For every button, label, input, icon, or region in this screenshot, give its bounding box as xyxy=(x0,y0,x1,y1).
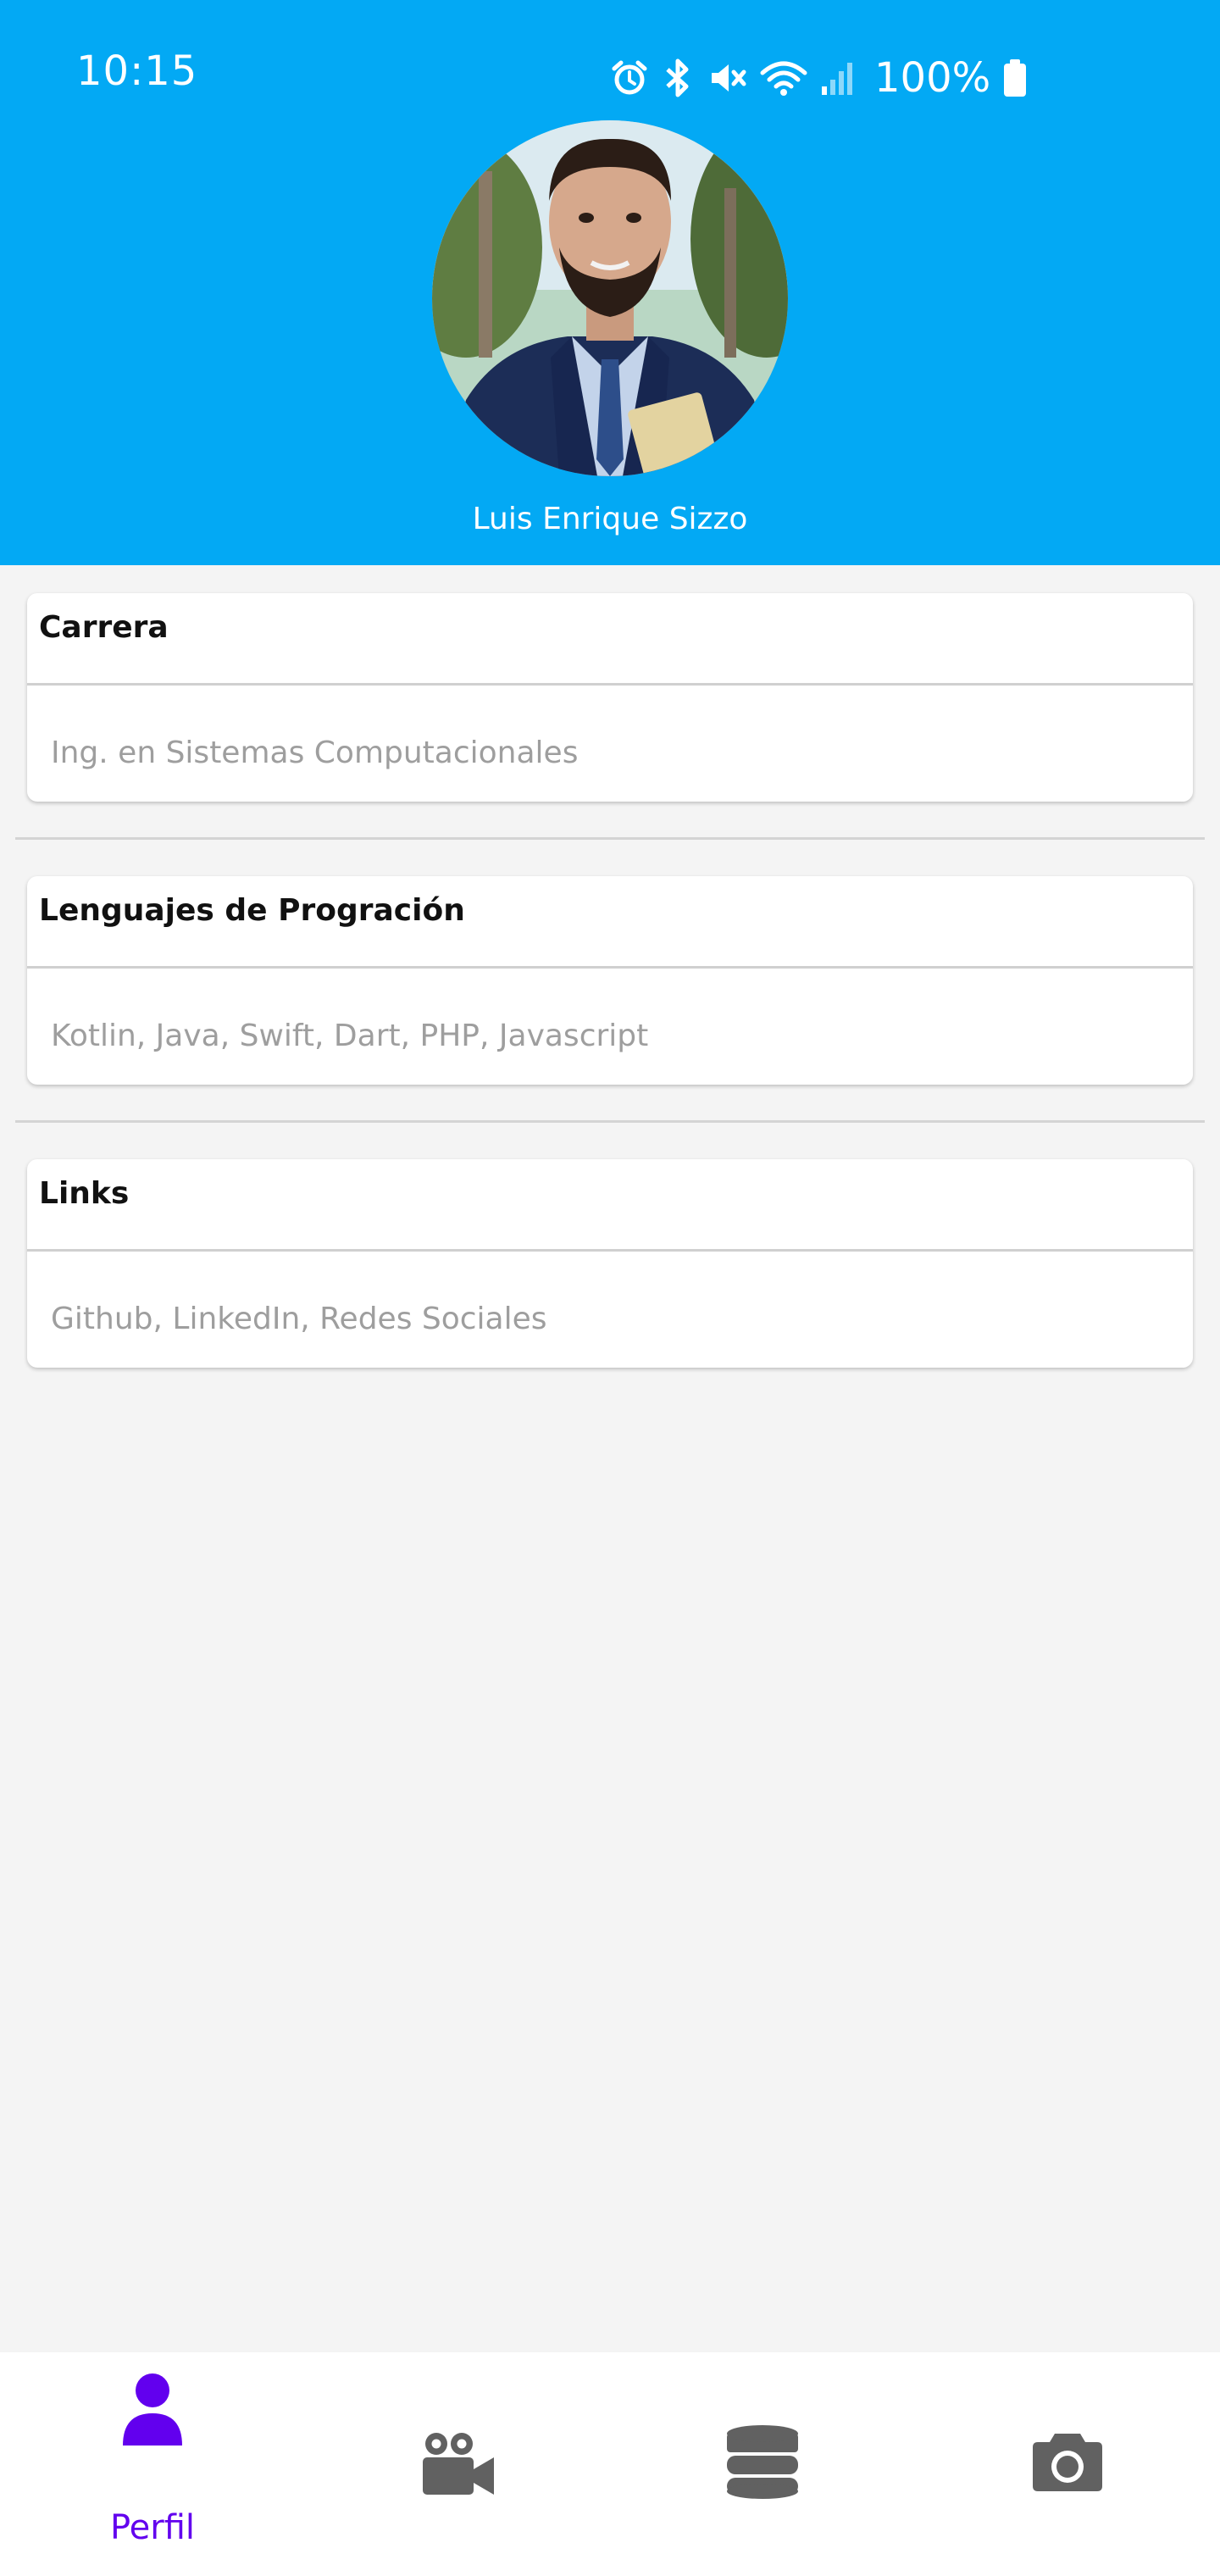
card-title: Carrera xyxy=(39,610,169,645)
card-value: Ing. en Sistemas Computacionales xyxy=(51,736,579,770)
camera-icon xyxy=(1033,2434,1102,2491)
languages-card[interactable]: Lenguajes de Progración Kotlin, Java, Sw… xyxy=(27,876,1193,1085)
nav-item-camera[interactable] xyxy=(915,2352,1220,2576)
nav-item-perfil[interactable]: Perfil xyxy=(0,2352,305,2576)
mute-icon xyxy=(707,58,747,98)
database-icon xyxy=(727,2425,798,2499)
nav-label-perfil: Perfil xyxy=(109,2508,196,2547)
card-value: Github, LinkedIn, Redes Sociales xyxy=(51,1302,547,1336)
card-title: Lenguajes de Progración xyxy=(39,893,465,928)
section-divider xyxy=(15,1120,1205,1123)
battery-percentage: 100% xyxy=(874,54,991,102)
card-divider xyxy=(27,966,1193,969)
career-card[interactable]: Carrera Ing. en Sistemas Computacionales xyxy=(27,593,1193,802)
status-icons: 100% xyxy=(610,53,1028,103)
wifi-icon xyxy=(759,58,808,98)
battery-icon xyxy=(1002,58,1028,97)
alarm-icon xyxy=(610,58,649,97)
nav-item-database[interactable] xyxy=(610,2352,915,2576)
card-title: Links xyxy=(39,1176,130,1211)
nav-item-video[interactable] xyxy=(305,2352,610,2576)
profile-name: Luis Enrique Sizzo xyxy=(472,502,748,536)
video-camera-icon xyxy=(423,2433,494,2495)
avatar xyxy=(432,120,788,476)
bluetooth-icon xyxy=(661,58,695,98)
person-icon xyxy=(123,2373,182,2446)
section-divider xyxy=(15,837,1205,840)
bottom-navigation: Perfil xyxy=(0,2352,1220,2576)
card-divider xyxy=(27,1249,1193,1252)
card-value: Kotlin, Java, Swift, Dart, PHP, Javascri… xyxy=(51,1019,649,1053)
links-card[interactable]: Links Github, LinkedIn, Redes Sociales xyxy=(27,1159,1193,1368)
profile-header: 10:15 100% Luis Enrique Sizzo xyxy=(0,0,1220,565)
signal-icon xyxy=(820,58,857,98)
status-time: 10:15 xyxy=(76,47,198,95)
card-divider xyxy=(27,683,1193,686)
